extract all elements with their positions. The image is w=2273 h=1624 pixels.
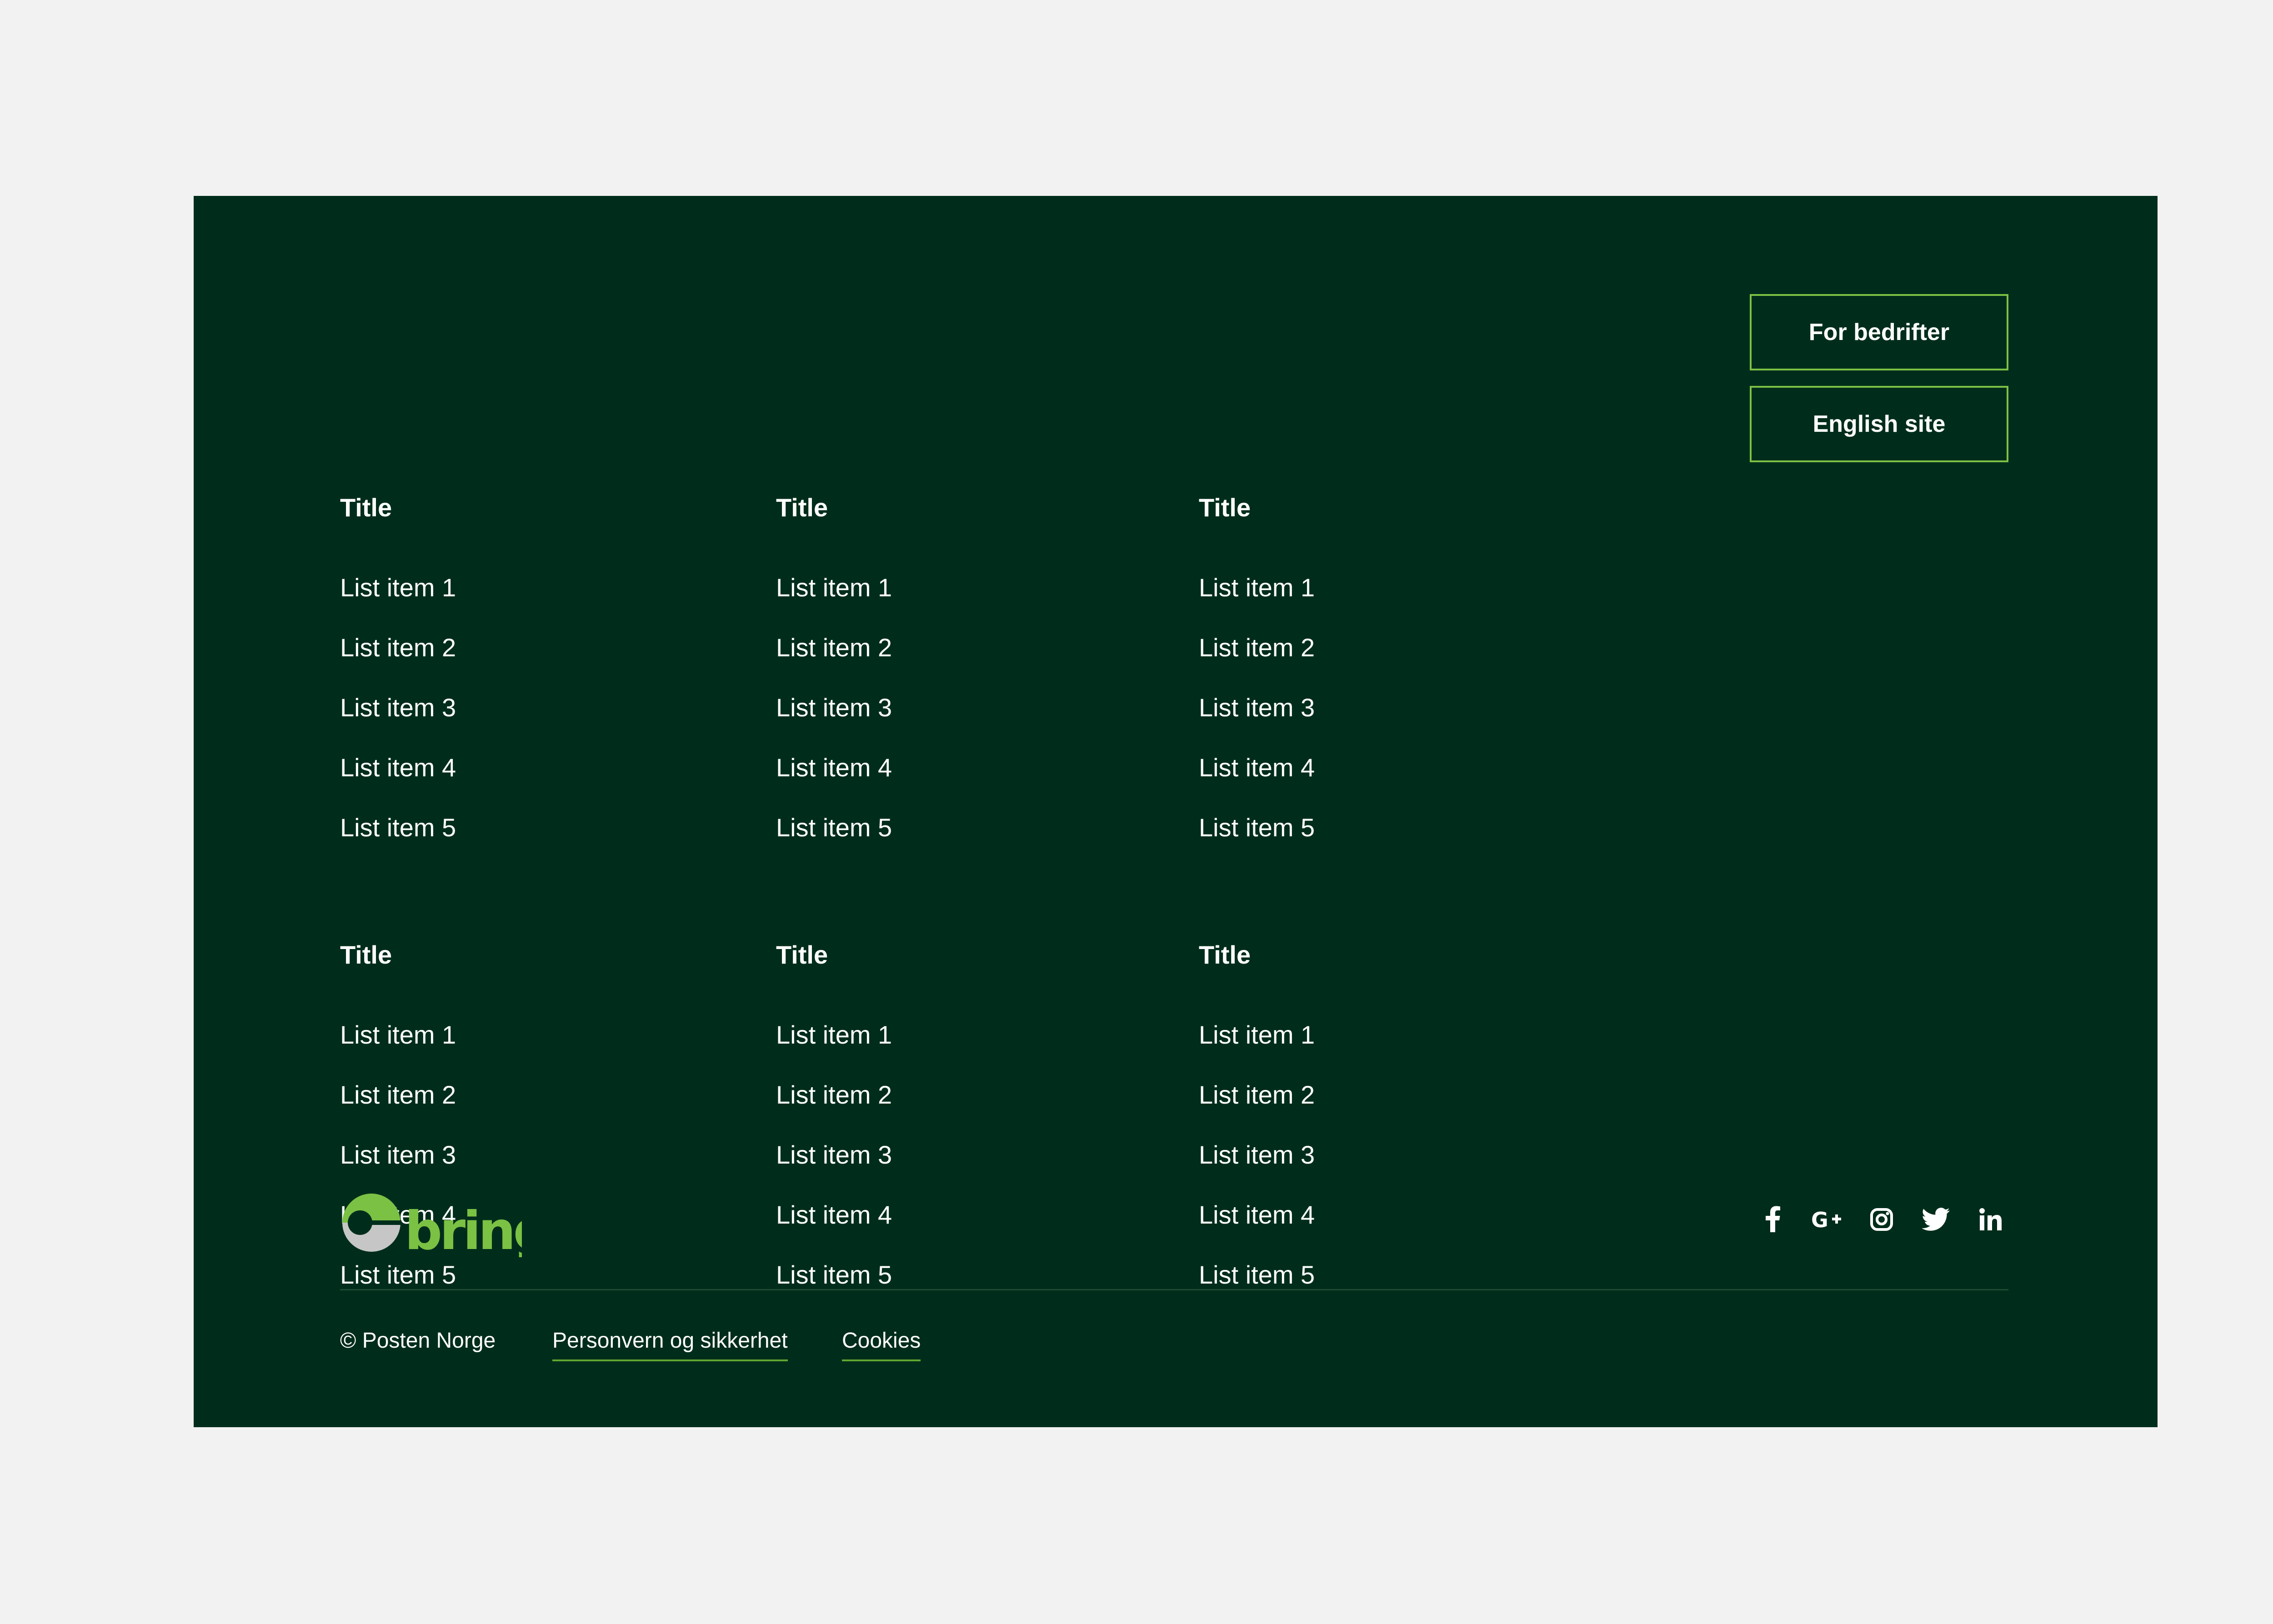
facebook-icon[interactable] [1757, 1204, 1788, 1235]
list-item[interactable]: List item 4 [776, 1185, 892, 1245]
list-item[interactable]: List item 1 [340, 1005, 456, 1065]
social-links: G [1757, 1204, 2007, 1242]
list-item[interactable]: List item 5 [340, 798, 456, 858]
column-title: Title [1199, 940, 1251, 969]
list-item[interactable]: List item 2 [340, 618, 456, 678]
column-list: List item 1 List item 2 List item 3 List… [340, 558, 456, 858]
bring-logo[interactable]: bring [340, 1188, 551, 1262]
list-item[interactable]: List item 5 [776, 1245, 892, 1305]
list-item[interactable]: List item 1 [776, 1005, 892, 1065]
column-title: Title [340, 940, 392, 969]
for-bedrifter-button[interactable]: For bedrifter [1750, 294, 2008, 370]
cookies-link[interactable]: Cookies [842, 1328, 921, 1361]
footer-divider [340, 1289, 2008, 1290]
list-item[interactable]: List item 4 [776, 738, 892, 798]
list-item[interactable]: List item 1 [1199, 558, 1315, 618]
svg-text:G: G [1811, 1208, 1828, 1231]
column-list: List item 1 List item 2 List item 3 List… [776, 558, 892, 858]
list-item[interactable]: List item 3 [776, 678, 892, 738]
column-list: List item 1 List item 2 List item 3 List… [1199, 1005, 1315, 1305]
list-item[interactable]: List item 1 [340, 558, 456, 618]
column-list: List item 1 List item 2 List item 3 List… [1199, 558, 1315, 858]
list-item[interactable]: List item 2 [1199, 618, 1315, 678]
google-plus-icon[interactable]: G [1811, 1204, 1843, 1235]
list-item[interactable]: List item 2 [1199, 1065, 1315, 1125]
site-footer: Title List item 1 List item 2 List item … [194, 196, 2158, 1427]
column-title: Title [776, 940, 828, 969]
column-title: Title [776, 493, 828, 522]
english-site-button[interactable]: English site [1750, 386, 2008, 462]
list-item[interactable]: List item 5 [776, 798, 892, 858]
column-list: List item 1 List item 2 List item 3 List… [776, 1005, 892, 1305]
list-item[interactable]: List item 3 [340, 678, 456, 738]
list-item[interactable]: List item 2 [776, 1065, 892, 1125]
column-title: Title [340, 493, 392, 522]
column-list: List item 1 List item 2 List item 3 List… [340, 1005, 456, 1305]
list-item[interactable]: List item 4 [1199, 1185, 1315, 1245]
instagram-icon[interactable] [1866, 1204, 1898, 1235]
list-item[interactable]: List item 3 [776, 1125, 892, 1185]
list-item[interactable]: List item 3 [1199, 678, 1315, 738]
list-item[interactable]: List item 4 [1199, 738, 1315, 798]
twitter-icon[interactable] [1920, 1204, 1952, 1235]
bring-wordmark: bring [405, 1200, 522, 1257]
list-item[interactable]: List item 2 [776, 618, 892, 678]
list-item[interactable]: List item 5 [1199, 798, 1315, 858]
copyright-text: © Posten Norge [340, 1329, 496, 1353]
list-item[interactable]: List item 1 [1199, 1005, 1315, 1065]
column-title: Title [1199, 493, 1251, 522]
linkedin-icon[interactable] [1975, 1204, 2007, 1235]
list-item[interactable]: List item 1 [776, 558, 892, 618]
list-item[interactable]: List item 5 [1199, 1245, 1315, 1305]
list-item[interactable]: List item 2 [340, 1065, 456, 1125]
privacy-link[interactable]: Personvern og sikkerhet [552, 1328, 788, 1361]
bring-logo-icon: bring [342, 1194, 551, 1262]
list-item[interactable]: List item 3 [340, 1125, 456, 1185]
list-item[interactable]: List item 4 [340, 738, 456, 798]
list-item[interactable]: List item 3 [1199, 1125, 1315, 1185]
